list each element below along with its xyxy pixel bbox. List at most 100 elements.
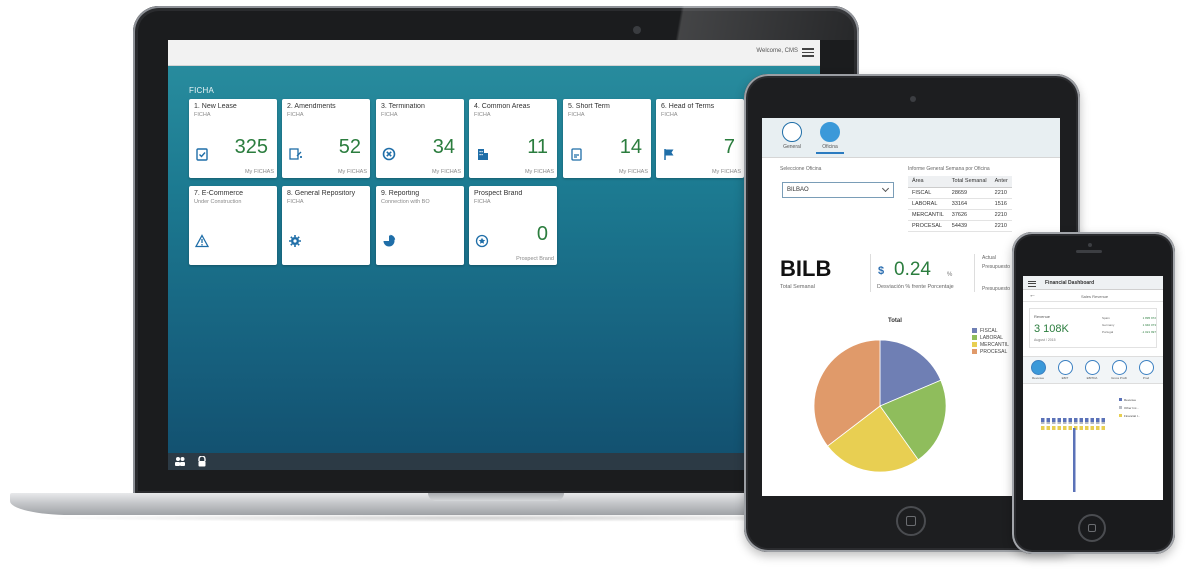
bar-segment: [1041, 422, 1045, 424]
table-cell: 37626: [947, 209, 991, 221]
bar-segment: [1079, 426, 1083, 430]
tab-oficina[interactable]: Oficina: [814, 122, 846, 154]
table-cell: PROCESAL: [908, 220, 948, 232]
kpi-tab[interactable]: Gross Profit: [1108, 360, 1130, 380]
table-row[interactable]: FISCAL 28659 2210: [908, 187, 1012, 199]
legend-swatch: [972, 342, 977, 347]
tile-footer: My FICHAS: [524, 169, 554, 175]
menu-icon[interactable]: [1028, 280, 1036, 288]
tile-footer: My FICHAS: [618, 169, 648, 175]
tile[interactable]: 7. E-Commerce Under Construction: [189, 186, 277, 265]
table-row[interactable]: LABORAL 33164 1516: [908, 198, 1012, 210]
table-cell: FISCAL: [908, 187, 948, 199]
tile-subtitle: FICHA: [287, 199, 304, 205]
kpi-tab-icon: [1030, 360, 1046, 375]
bar-stack: [1090, 418, 1094, 430]
tile[interactable]: 5. Short Term FICHA 14 My FICHAS: [563, 99, 651, 178]
tile[interactable]: 2. Amendments FICHA 52 My FICHAS: [282, 99, 370, 178]
phone-subheader: ← Sales Revenue: [1023, 290, 1163, 302]
legend-item[interactable]: PROCESAL: [972, 349, 1009, 356]
tablet-tab-bar: General Oficina: [762, 118, 1060, 158]
laptop-notch: [428, 493, 564, 501]
tile-footer: My FICHAS: [711, 169, 741, 175]
row-value: 1 940 073: [1142, 323, 1156, 327]
gear-icon: [289, 235, 301, 247]
clipboard-icon: [571, 148, 582, 161]
table-cell: 28659: [947, 187, 991, 199]
group-title: FICHA: [189, 86, 214, 95]
tile-count: 0: [536, 223, 548, 245]
welcome-text: Welcome, CMS: [756, 48, 798, 54]
legend-item[interactable]: MERCANTIL: [972, 342, 1009, 349]
table-cell: 2210: [990, 220, 1012, 232]
legend-label: PROCESAL: [980, 349, 1008, 355]
bar-segment: [1041, 426, 1045, 430]
bar-stack: [1101, 418, 1105, 430]
office-select[interactable]: BILBAO: [782, 182, 894, 198]
row-label: Portugal: [1102, 330, 1114, 334]
legend-swatch: [972, 349, 977, 354]
table-cell: 33164: [947, 198, 991, 210]
tile-footer: My FICHAS: [337, 169, 367, 175]
legend-item[interactable]: FISCAL: [972, 328, 1009, 335]
bar-segment: [1052, 422, 1056, 424]
bar-segment: [1068, 426, 1072, 430]
legend-item[interactable]: Financial I...: [1119, 414, 1140, 422]
kpi-tab-icon: [1084, 360, 1100, 375]
tab-general[interactable]: General: [776, 122, 808, 150]
tile[interactable]: 1. New Lease FICHA 325 My FICHAS: [189, 99, 277, 178]
bar-segment: [1101, 422, 1105, 424]
lock-icon[interactable]: [196, 456, 208, 467]
laptop-screen: Welcome, CMS FICHA 1. New Lease FICHA 325 M…: [168, 40, 820, 470]
tile[interactable]: 3. Termination FICHA 34 My FICHAS: [376, 99, 464, 178]
revenue-card[interactable]: Revenue 3 108K August / 2015 Spain 1 895 …: [1029, 308, 1157, 348]
tile[interactable]: Prospect Brand FICHA 0 Prospect Brand: [469, 186, 557, 265]
tile-footer: Prospect Brand: [516, 256, 554, 262]
phone-home-button[interactable]: [1078, 514, 1106, 542]
kpi-tab[interactable]: EBITDA: [1081, 360, 1103, 380]
table-header[interactable]: Total Semanal: [947, 176, 991, 188]
kpi-tab[interactable]: EBIT: [1054, 360, 1076, 380]
bar-segment: [1063, 426, 1067, 430]
tablet-home-button[interactable]: [896, 506, 926, 536]
select-office-label: Seleccione Oficina: [780, 166, 822, 172]
tile[interactable]: 8. General Repository FICHA: [282, 186, 370, 265]
back-arrow-icon[interactable]: ←: [1029, 292, 1036, 299]
tile[interactable]: 4. Common Areas FICHA 11 My FICHAS: [469, 99, 557, 178]
kpi-tab[interactable]: Prod: [1135, 360, 1157, 380]
tile[interactable]: 9. Reporting Connection with BO: [376, 186, 464, 265]
bar-segment: [1090, 422, 1094, 424]
table-row[interactable]: MERCANTIL 37626 2210: [908, 209, 1012, 221]
legend-item[interactable]: Other Inc...: [1119, 406, 1140, 414]
phone-subtitle: Sales Revenue: [1081, 294, 1109, 299]
legend-item[interactable]: LABORAL: [972, 335, 1009, 342]
tile-title: 1. New Lease: [194, 103, 237, 110]
revenue-breakdown-row: Portugal -1 021 997: [1102, 330, 1156, 334]
bar-segment: [1085, 422, 1089, 424]
legend-swatch: [1119, 398, 1122, 401]
revenue-breakdown-row: Spain 1 895 972: [1102, 316, 1156, 320]
table-cell: 2210: [990, 187, 1012, 199]
chevron-down-icon: [881, 184, 890, 193]
kpi-tab[interactable]: Revenue: [1027, 360, 1049, 380]
bar-segment: [1046, 426, 1050, 430]
group-icon[interactable]: [174, 456, 186, 467]
row-label: Germany: [1102, 323, 1115, 327]
bar-segment: [1090, 426, 1094, 430]
tile[interactable]: 6. Head of Terms FICHA 7 My FICHAS: [656, 99, 744, 178]
legend-swatch: [1119, 406, 1122, 409]
phone-screen: Financial Dashboard ← Sales Revenue Reve…: [1023, 276, 1163, 500]
row-value: -1 021 997: [1141, 330, 1156, 334]
legend-label: Financial I...: [1124, 414, 1141, 418]
flag-icon: [664, 149, 674, 160]
tile-title: 4. Common Areas: [474, 103, 531, 110]
table-row[interactable]: PROCESAL 54439 2210: [908, 220, 1012, 232]
device-showcase: Welcome, CMS FICHA 1. New Lease FICHA 325 M…: [0, 0, 1191, 580]
bar-stack: [1096, 418, 1100, 430]
bar-stack: [1052, 418, 1056, 430]
table-header[interactable]: Área: [908, 176, 948, 188]
legend-item[interactable]: Revenue: [1119, 398, 1140, 406]
shell-footer: [168, 453, 820, 470]
table-header[interactable]: Anter: [990, 176, 1012, 188]
menu-icon[interactable]: [802, 46, 814, 58]
